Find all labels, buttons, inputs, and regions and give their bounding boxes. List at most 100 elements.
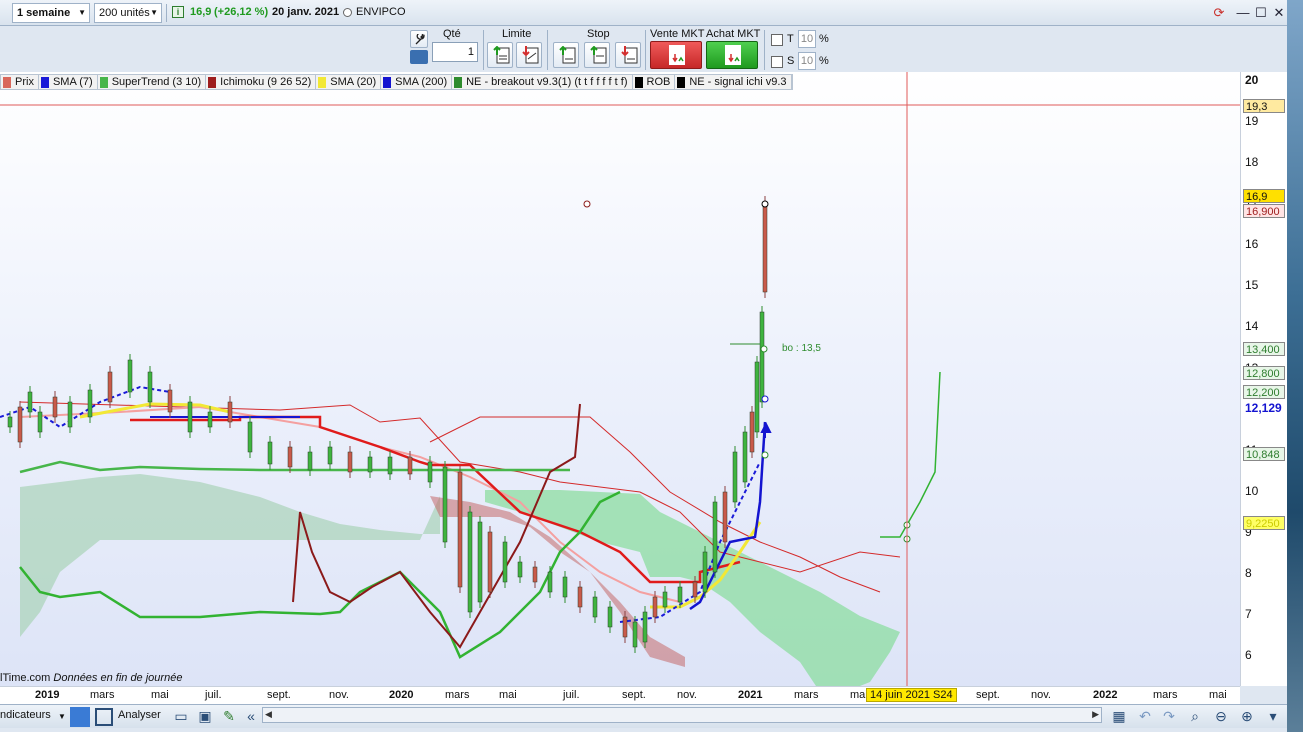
t-value-input[interactable]: 10 [798,30,816,48]
minimize-icon[interactable]: — [1234,4,1252,22]
candle-body [732,451,738,503]
candle-body [642,611,648,643]
cloud-bullish-future [485,490,900,686]
legend-item[interactable]: Ichimoku (9 26 52) [206,75,317,89]
limite-label: Limite [502,28,532,40]
price-chart[interactable]: bo : 13,5 [0,72,1240,686]
candle-body [7,416,13,428]
legend-item[interactable]: NE - breakout v9.3(1) (t t f f f f t f) [452,75,633,89]
zoom-out-icon[interactable]: ⊖ [1212,707,1230,725]
legend-swatch [99,76,108,88]
legend-label: SMA (7) [52,76,93,88]
scroll-start-icon[interactable]: « [242,707,260,725]
stop-buy-button[interactable] [553,42,579,68]
trailing-t-checkbox[interactable] [771,34,783,46]
legend-item[interactable]: SMA (20) [316,75,382,89]
last-price: 16,9 [190,6,212,18]
candle-body [187,401,193,433]
close-icon[interactable]: ✕ [1270,4,1288,22]
achat-mkt-label: Achat MKT [706,28,761,40]
chart-settings-icon[interactable]: ▣ [196,707,214,725]
legend-item[interactable]: SMA (200) [381,75,453,89]
period-dropdown[interactable]: 1 semaine ▼ [12,3,90,23]
crosshair-date-label: 14 juin 2021 S24 [866,688,957,702]
price-tag: 12,800 [1243,366,1285,380]
x-tick-label: mars [1153,689,1178,701]
comment-icon[interactable]: ▭ [172,707,190,725]
sell-market-button[interactable] [650,41,702,69]
undo-icon[interactable]: ↶ [1136,707,1154,725]
candle-body [407,456,413,475]
x-tick-label: nov. [677,689,697,701]
candle-body [107,371,113,403]
annotations: bo : 13,5 [0,72,1240,686]
chevron-down-icon[interactable]: ▼ [58,712,66,721]
zoom-fit-icon[interactable]: ⌕ [1186,707,1204,725]
candle-body [662,591,668,608]
price-change: (+26,12 %) [214,6,269,18]
x-tick-label: 2022 [1093,689,1118,701]
candle-body [307,451,313,471]
price-tag: 12,200 [1243,385,1285,399]
price-tag: 10,848 [1243,447,1285,461]
chevron-down-icon: ▼ [150,8,158,17]
candle-body [762,201,768,293]
candle-body [712,501,718,573]
more-icon[interactable]: ▾ [1264,707,1282,725]
candle-body [754,361,760,433]
trailing-s-checkbox[interactable] [771,56,783,68]
maximize-icon[interactable]: ☐ [1252,4,1270,22]
drawing-icon[interactable]: ✎ [220,707,238,725]
time-scrollbar[interactable]: ◀ ▶ [262,707,1102,723]
divider [166,4,167,22]
legend-label: SMA (200) [395,76,448,88]
stop-sell-button[interactable] [584,42,610,68]
analyser-icon[interactable] [95,708,113,726]
legend-item[interactable]: NE - signal ichi v9.3 [675,75,792,89]
info-icon[interactable]: i [172,6,184,18]
refresh-icon[interactable]: ⟳ [1210,4,1228,22]
candle-body [227,401,233,423]
legend-item[interactable]: Prix [1,75,39,89]
candle-body [692,581,698,598]
candle-body [702,551,708,593]
scroll-left-icon[interactable]: ◀ [265,709,272,720]
share-icon[interactable] [70,707,90,727]
candle-body [632,621,638,648]
candle-body [517,561,523,578]
limit-sell-button[interactable] [516,42,542,68]
price-tag: 16,9 [1243,189,1285,203]
y-tick-label: 10 [1245,483,1259,498]
zoom-in-icon[interactable]: ⊕ [1238,707,1256,725]
wrench-icon[interactable] [410,30,428,48]
s-value-input[interactable]: 10 [798,52,816,70]
analyser-button[interactable]: Analyser [118,709,161,721]
radio-icon[interactable] [343,8,352,17]
candle-body [577,586,583,608]
legend-item[interactable]: SMA (7) [39,75,98,89]
legend-item[interactable]: SuperTrend (3 10) [98,75,207,89]
time-axis[interactable]: 2019 mars mai juil. sept. nov. 2020 mars mai juil… [0,686,1240,704]
order-toolbar: Qté Limite Stop Vente MKT Achat MKT T 10… [0,26,1287,72]
candles [7,196,768,653]
candle-body [207,411,213,428]
legend-item[interactable]: ROB [633,75,676,89]
x-tick-label: mai [499,689,517,701]
redo-icon[interactable]: ↷ [1160,707,1178,725]
limit-buy-button[interactable] [487,42,513,68]
buy-market-button[interactable] [706,41,758,69]
grid-icon[interactable]: ▦ [1110,707,1128,725]
qte-input[interactable]: 1 [432,42,478,62]
scroll-right-icon[interactable]: ▶ [1092,709,1099,720]
price-axis[interactable]: 2019181716151413121110987619,316,916,900… [1240,72,1287,686]
candle-body [677,586,683,603]
stop-limit-button[interactable] [615,42,641,68]
chart-canvas[interactable]: bo : 13,5 [0,72,1240,686]
x-tick-label: 2020 [389,689,414,701]
keyboard-icon[interactable] [410,50,428,64]
units-dropdown[interactable]: 200 unités ▼ [94,3,162,23]
legend-swatch [677,76,686,88]
indicators-button[interactable]: ndicateurs [0,709,51,721]
candle-body [347,451,353,473]
price-tag: 13,400 [1243,342,1285,356]
